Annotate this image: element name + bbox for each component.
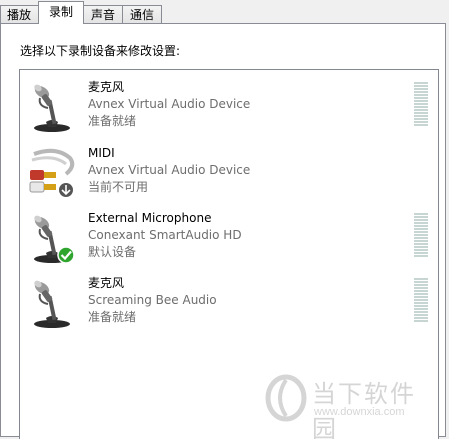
tab-strip: 播放 录制 声音 通信 [0, 0, 163, 24]
level-meter [414, 213, 428, 257]
tab-communications[interactable]: 通信 [122, 5, 163, 24]
device-text: MIDI Avnex Virtual Audio Device 当前不可用 [88, 145, 250, 196]
device-status: 默认设备 [88, 245, 137, 259]
device-item-midi[interactable]: MIDI Avnex Virtual Audio Device 当前不可用 [20, 140, 438, 204]
green-check-badge-icon [57, 246, 75, 264]
tab-recording[interactable]: 录制 [38, 1, 85, 24]
device-driver: Conexant SmartAudio HD [88, 228, 242, 242]
watermark-logo-icon [265, 374, 307, 422]
device-status: 准备就绪 [88, 310, 137, 324]
device-text: 麦克风 Avnex Virtual Audio Device 准备就绪 [88, 79, 250, 130]
device-name: MIDI [88, 146, 115, 160]
microphone-icon [34, 280, 70, 328]
device-name: External Microphone [88, 211, 212, 225]
device-status: 准备就绪 [88, 114, 137, 128]
level-meter [414, 278, 428, 322]
device-text: 麦克风 Screaming Bee Audio 准备就绪 [88, 275, 217, 326]
device-name: 麦克风 [88, 80, 125, 94]
microphone-icon [34, 84, 70, 132]
site-watermark: 当下软件园 www.downxia.com [262, 372, 434, 439]
tab-playback[interactable]: 播放 [0, 5, 40, 24]
tab-sounds[interactable]: 声音 [83, 5, 124, 24]
sound-dialog: 播放 录制 声音 通信 选择以下录制设备来修改设置: 麦克风 Avnex Vir… [0, 0, 449, 439]
level-meter [414, 82, 428, 126]
instruction-label: 选择以下录制设备来修改设置: [20, 44, 181, 58]
device-item-external-microphone[interactable]: External Microphone Conexant SmartAudio … [20, 205, 438, 269]
watermark-url: www.downxia.com [314, 406, 405, 418]
device-name: 麦克风 [88, 276, 125, 290]
microphone-icon [34, 215, 75, 264]
device-driver: Avnex Virtual Audio Device [88, 97, 251, 111]
audio-cable-icon [29, 148, 75, 197]
device-item-microphone-screaming-bee[interactable]: 麦克风 Screaming Bee Audio 准备就绪 [20, 270, 438, 334]
device-driver: Avnex Virtual Audio Device [88, 163, 251, 177]
device-status: 当前不可用 [88, 180, 149, 194]
device-driver: Screaming Bee Audio [88, 293, 217, 307]
device-text: External Microphone Conexant SmartAudio … [88, 210, 242, 261]
device-item-microphone-avnex[interactable]: 麦克风 Avnex Virtual Audio Device 准备就绪 [20, 74, 438, 138]
